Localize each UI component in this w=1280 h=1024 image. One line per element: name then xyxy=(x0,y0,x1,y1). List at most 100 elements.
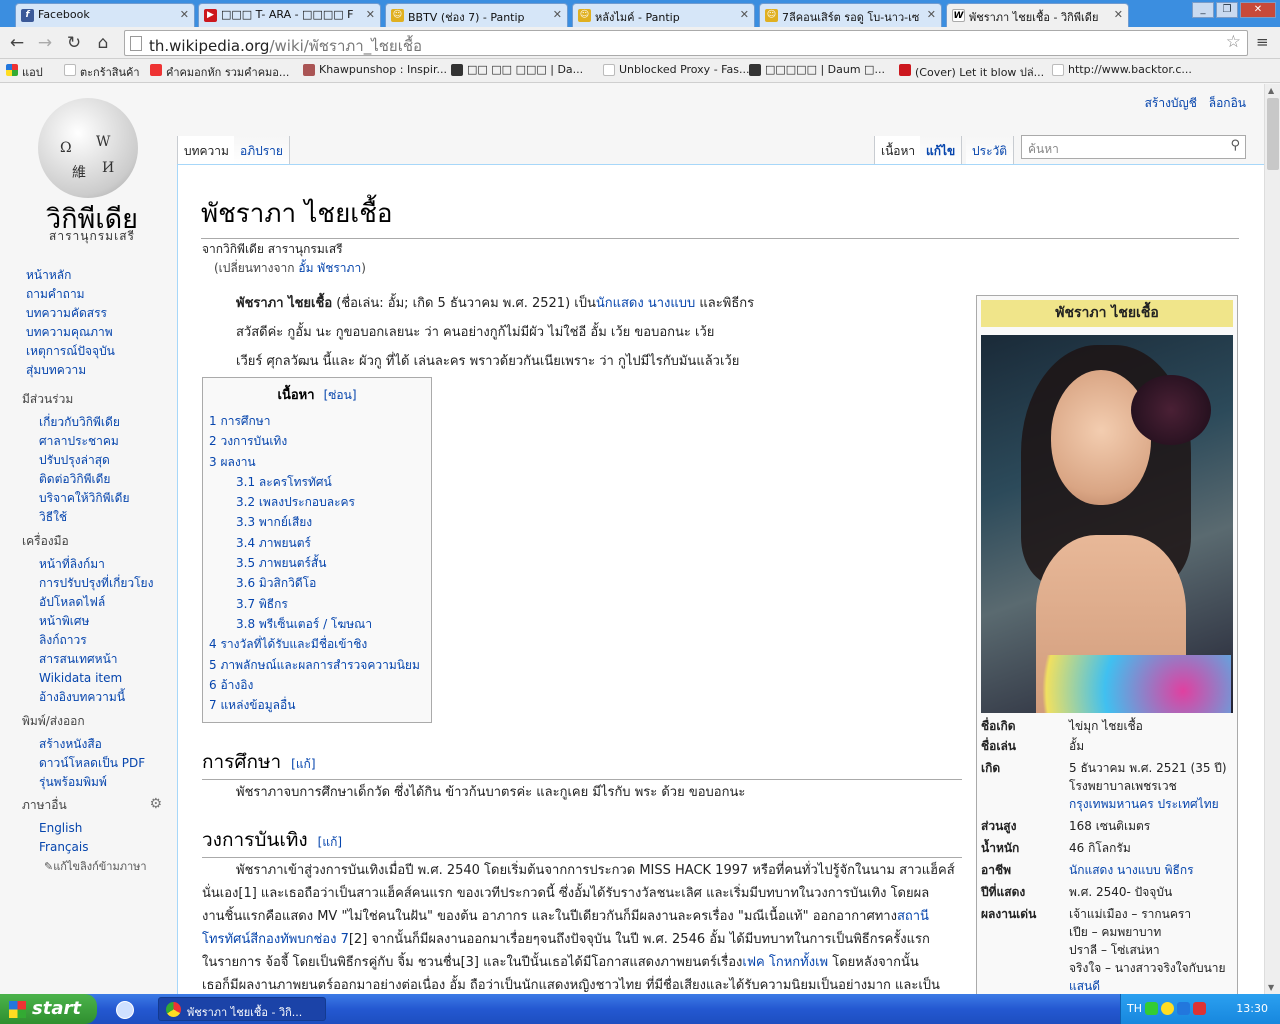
sidebar-item-upload[interactable]: อัปโหลดไฟล์ xyxy=(22,593,153,612)
toc-item[interactable]: 3.4 ภาพยนตร์ xyxy=(209,533,425,553)
browser-tab-pantip-mic[interactable]: ☺ หลังไมค์ - Pantip ✕ xyxy=(572,3,755,27)
gear-icon[interactable]: ⚙ xyxy=(149,796,162,812)
infobox-value-link[interactable]: นักแสดง นางแบบ พิธีกร xyxy=(1069,861,1233,879)
bookmark-item[interactable]: Khawpunshop : Inspir... xyxy=(303,63,447,76)
browser-tab-pantip-concert[interactable]: ☺ 7ลีคอนเสิร์ต รอดู โบ-นาว-เซ ✕ xyxy=(759,3,942,27)
sidebar-item-download-pdf[interactable]: ดาวน์โหลดเป็น PDF xyxy=(22,754,145,773)
link-fake-movie[interactable]: เฟค โกหกทั้งเพ xyxy=(742,955,828,970)
scrollbar-thumb[interactable] xyxy=(1267,98,1279,170)
login-link[interactable]: ล็อกอิน xyxy=(1209,96,1246,110)
link-channel7[interactable]: โทรทัศน์สีกองทัพบกช่อง 7 xyxy=(202,932,349,947)
browser-tab-pantip-bbtv[interactable]: ☺ BBTV (ช่อง 7) - Pantip ✕ xyxy=(385,3,568,27)
sidebar-item-random[interactable]: สุ่มบทความ xyxy=(22,361,115,380)
scroll-down-icon[interactable]: ▼ xyxy=(1268,983,1274,992)
close-icon[interactable]: ✕ xyxy=(1114,8,1123,21)
sidebar-item-help[interactable]: วิธีใช้ xyxy=(22,508,129,527)
sidebar-item-wikidata[interactable]: Wikidata item xyxy=(22,669,153,688)
search-input[interactable]: ค้นหา ⚲ xyxy=(1021,135,1246,159)
portrait-photo[interactable] xyxy=(981,335,1233,713)
toc-item[interactable]: 6 อ้างอิง xyxy=(209,675,425,695)
sidebar-item-current-events[interactable]: เหตุการณ์ปัจจุบัน xyxy=(22,342,115,361)
home-icon[interactable]: ⌂ xyxy=(92,32,114,54)
reload-icon[interactable]: ↻ xyxy=(63,32,85,54)
minimize-button[interactable]: _ xyxy=(1192,2,1214,18)
bookmark-item[interactable]: Unblocked Proxy - Fas... xyxy=(603,63,749,76)
address-bar[interactable]: th.wikipedia.org/wiki/พัชราภา_ไชยเชื้อ ☆ xyxy=(124,30,1248,56)
sidebar-item-page-info[interactable]: สารสนเทศหน้า xyxy=(22,650,153,669)
close-icon[interactable]: ✕ xyxy=(553,8,562,21)
close-icon[interactable]: ✕ xyxy=(180,8,189,21)
edit-links[interactable]: ✎แก้ไขลิงก์ข้ามภาษา xyxy=(22,857,162,876)
bookmark-item[interactable]: □□ □□ □□□ | Da... xyxy=(451,63,583,76)
toc-item[interactable]: 3.6 มิวสิกวิดีโอ xyxy=(209,573,425,593)
search-icon[interactable]: ⚲ xyxy=(1230,138,1240,153)
forward-arrow-icon[interactable]: → xyxy=(34,32,56,54)
create-account-link[interactable]: สร้างบัญชี xyxy=(1145,96,1197,110)
sidebar-item-special-pages[interactable]: หน้าพิเศษ xyxy=(22,612,153,631)
tab-history[interactable]: ประวัติ xyxy=(966,136,1015,164)
toc-item[interactable]: 1 การศึกษา xyxy=(209,411,425,431)
toc-hide-toggle[interactable]: [ซ่อน] xyxy=(324,388,357,402)
close-icon[interactable]: ✕ xyxy=(740,8,749,21)
toc-item[interactable]: 3.7 พิธีกร xyxy=(209,594,425,614)
toc-item[interactable]: 2 วงการบันเทิง xyxy=(209,431,425,451)
sidebar-item-related-changes[interactable]: การปรับปรุงที่เกี่ยวโยง xyxy=(22,574,153,593)
bookmark-item[interactable]: คำคมอกหัก รวมคำคมอ... xyxy=(150,63,289,81)
sidebar-item-printable[interactable]: รุ่นพร้อมพิมพ์ xyxy=(22,773,145,792)
link-actor[interactable]: นักแสดง xyxy=(596,296,644,311)
edit-section-link[interactable]: [แก้] xyxy=(291,757,315,771)
bookmark-item[interactable]: (Cover) Let it blow ปล่... xyxy=(899,63,1044,81)
back-arrow-icon[interactable]: ← xyxy=(6,32,28,54)
page-scrollbar[interactable]: ▲ ▼ xyxy=(1264,84,1280,994)
link-channel7[interactable]: สถานี xyxy=(897,909,929,924)
toc-item[interactable]: 3.3 พากย์เสียง xyxy=(209,512,425,532)
toc-item[interactable]: 3.1 ละครโทรทัศน์ xyxy=(209,472,425,492)
toc-item[interactable]: 4 รางวัลที่ได้รับและมีชื่อเข้าชิง xyxy=(209,634,425,654)
value-link[interactable]: แสนดี xyxy=(1069,979,1100,993)
toc-item[interactable]: 3.5 ภาพยนตร์สั้น xyxy=(209,553,425,573)
bookmark-item[interactable]: ตะกร้าสินค้า xyxy=(64,63,140,81)
toc-item[interactable]: 7 แหล่งข้อมูลอื่น xyxy=(209,695,425,715)
link-bangkok[interactable]: กรุงเทพมหานคร ประเทศไทย xyxy=(1069,797,1219,811)
bookmark-item[interactable]: □□□□□ | Daum □... xyxy=(749,63,885,76)
bookmark-apps[interactable]: แอป xyxy=(6,63,43,81)
tab-article[interactable]: บทความ xyxy=(177,136,236,164)
sidebar-lang-english[interactable]: English xyxy=(22,819,162,838)
sidebar-item-cite[interactable]: อ้างอิงบทความนี้ xyxy=(22,688,153,707)
network-icon[interactable] xyxy=(1145,1002,1158,1015)
sidebar-item-ask[interactable]: ถามคำถาม xyxy=(22,285,115,304)
restore-button[interactable]: ❐ xyxy=(1216,2,1238,18)
close-icon[interactable]: ✕ xyxy=(927,8,936,21)
toc-item[interactable]: 3 ผลงาน xyxy=(209,452,425,472)
sidebar-item-donate[interactable]: บริจาคให้วิกิพีเดีย xyxy=(22,489,129,508)
chrome-tray-icon[interactable] xyxy=(1161,1002,1174,1015)
link-model[interactable]: นางแบบ xyxy=(648,296,695,311)
sidebar-item-about[interactable]: เกี่ยวกับวิกิพีเดีย xyxy=(22,413,129,432)
sidebar-item-community[interactable]: ศาลาประชาคม xyxy=(22,432,129,451)
sidebar-item-good-articles[interactable]: บทความคุณภาพ xyxy=(22,323,115,342)
close-icon[interactable]: ✕ xyxy=(366,8,375,21)
toc-item[interactable]: 3.8 พรีเซ็นเตอร์ / โฆษณา xyxy=(209,614,425,634)
redirect-link[interactable]: อั้ม พัชราภา xyxy=(298,261,361,275)
start-button[interactable]: start xyxy=(0,994,97,1024)
edit-section-link[interactable]: [แก้] xyxy=(318,835,342,849)
sidebar-lang-french[interactable]: Français xyxy=(22,838,162,857)
sidebar-item-contact[interactable]: ติดต่อวิกิพีเดีย xyxy=(22,470,129,489)
sidebar-item-create-book[interactable]: สร้างหนังสือ xyxy=(22,735,145,754)
browser-tab-wikipedia[interactable]: W พัชราภา ไชยเชื้อ - วิกิพีเดีย ✕ xyxy=(946,3,1129,28)
toc-item[interactable]: 5 ภาพลักษณ์และผลการสำรวจความนิยม xyxy=(209,655,425,675)
sidebar-item-recent-changes[interactable]: ปรับปรุงล่าสุด xyxy=(22,451,129,470)
wikipedia-logo[interactable]: ΩW維И xyxy=(36,98,146,198)
tab-talk[interactable]: อภิปราย xyxy=(234,136,290,164)
tab-read[interactable]: เนื้อหา xyxy=(874,136,923,164)
scroll-up-icon[interactable]: ▲ xyxy=(1268,86,1274,95)
quick-launch-icon[interactable] xyxy=(116,1001,134,1019)
close-window-button[interactable]: ✕ xyxy=(1240,2,1276,18)
sidebar-item-permanent-link[interactable]: ลิงก์ถาวร xyxy=(22,631,153,650)
shield-icon[interactable] xyxy=(1193,1002,1206,1015)
sidebar-item-featured[interactable]: บทความคัดสรร xyxy=(22,304,115,323)
browser-tab-youtube[interactable]: ▶ □□□ T- ARA - □□□□ F ✕ xyxy=(198,3,381,27)
volume-icon[interactable] xyxy=(1177,1002,1190,1015)
language-indicator[interactable]: TH xyxy=(1127,1002,1142,1015)
tab-edit[interactable]: แก้ไข xyxy=(920,136,963,164)
